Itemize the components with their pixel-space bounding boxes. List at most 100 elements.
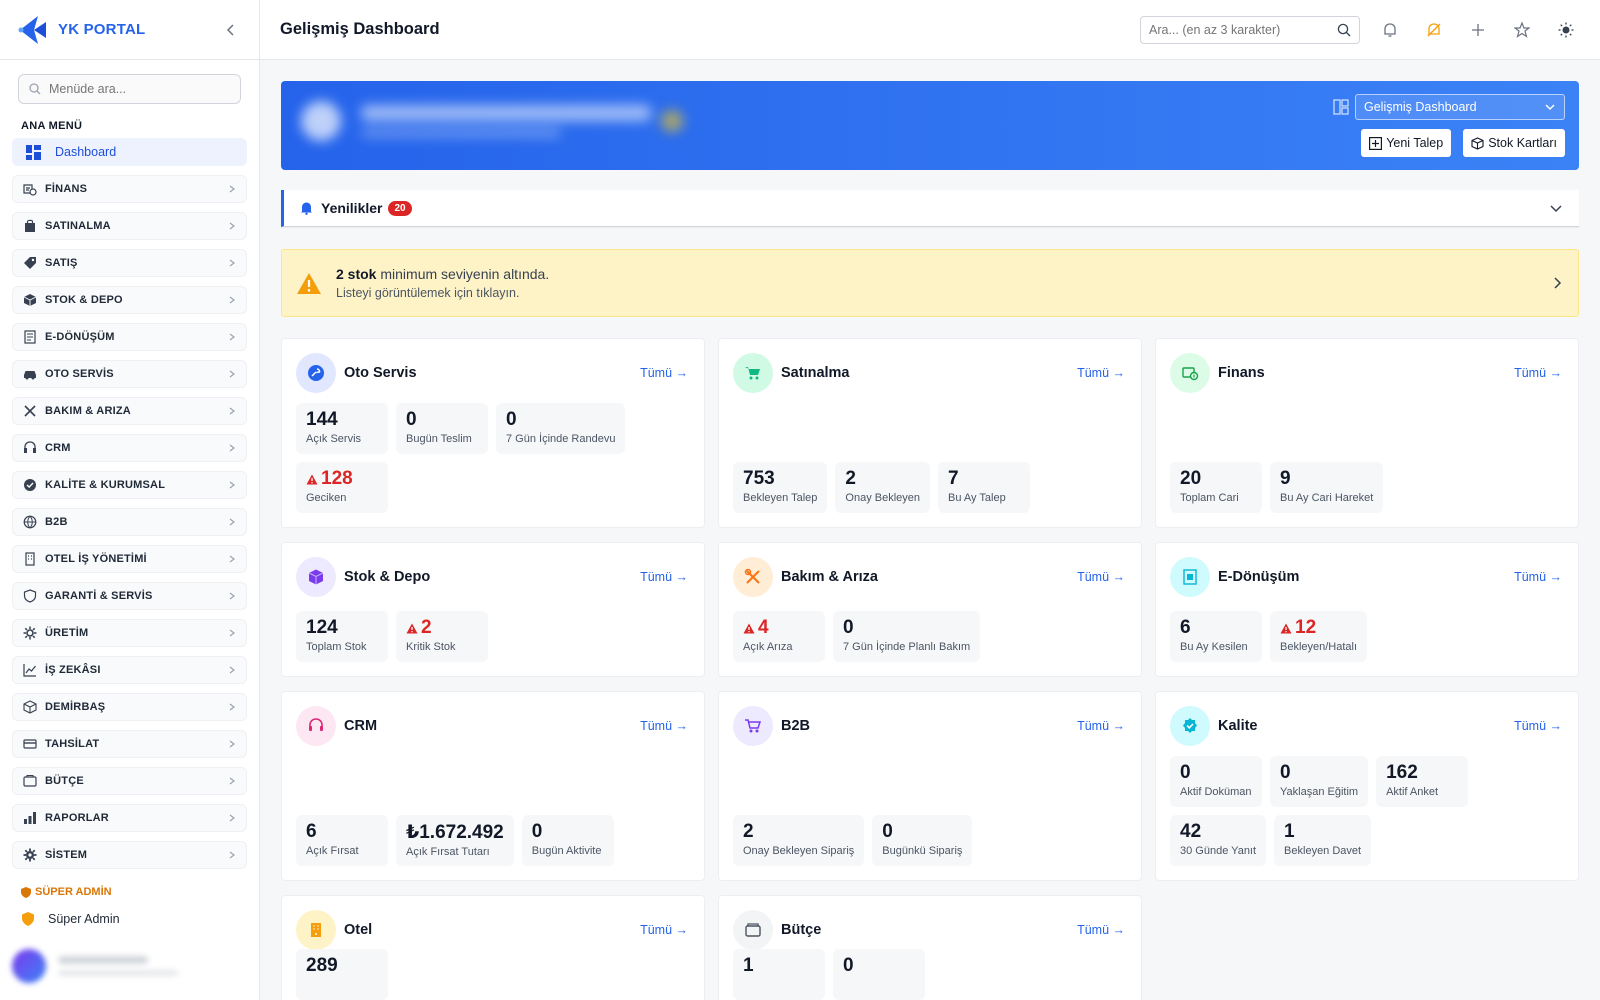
sidebar-item-b2b[interactable]: B2B	[12, 508, 247, 536]
stat-tile[interactable]: 0	[833, 949, 925, 1000]
bar-chart-icon	[23, 811, 37, 825]
sidebar-item-üreti-m[interactable]: ÜRETİM	[12, 619, 247, 647]
sidebar-item-oto-servi-s[interactable]: OTO SERVİS	[12, 360, 247, 388]
stat-tile[interactable]: 753 Bekleyen Talep	[733, 462, 828, 513]
stat-tile[interactable]: 42 30 Günde Yanıt	[1170, 815, 1267, 866]
add-button[interactable]	[1464, 16, 1492, 44]
sidebar-item-satinalma[interactable]: SATINALMA	[12, 212, 247, 240]
sidebar-item-stok-depo[interactable]: STOK & DEPO	[12, 286, 247, 314]
wallet-icon	[23, 774, 37, 788]
sidebar-item-crm[interactable]: CRM	[12, 434, 247, 462]
stat-tile[interactable]: 0 Bugünkü Sipariş	[872, 815, 973, 866]
stat-tile[interactable]: 7 Bu Ay Talep	[938, 462, 1031, 513]
main-menu-label: ANA MENÜ	[21, 120, 83, 132]
stats-row: 753 Bekleyen Talep 2 Onay Bekleyen 7 Bu Ay Ta…	[733, 462, 1127, 513]
sidebar-item-raporlar[interactable]: RAPORLAR	[12, 804, 247, 832]
stat-tile[interactable]: 1	[733, 949, 825, 1000]
new-request-button[interactable]: Yeni Talep	[1361, 129, 1452, 157]
stat-value: ₺1.672.492	[406, 822, 504, 843]
user-profile[interactable]	[12, 944, 247, 988]
stat-value: 2	[845, 468, 856, 489]
global-search-input[interactable]	[1149, 22, 1337, 37]
stat-tile[interactable]: 0 Bugün Aktivite	[521, 815, 614, 866]
stat-tile[interactable]: 162 Aktif Anket	[1376, 756, 1469, 807]
sidebar-item-fi-nans[interactable]: FİNANS	[12, 175, 247, 203]
module-card-satınalma: Satınalma Tümü → 753 Bekleyen Talep 2 Onay Be…	[718, 338, 1142, 528]
mute-notifications-button[interactable]	[1420, 16, 1448, 44]
module-card-crm: CRM Tümü → 6 Açık Fırsat ₺1.672.492 Açık Fırs…	[281, 691, 705, 881]
stat-value: 6	[306, 821, 317, 842]
stat-tile[interactable]: 6 Bu Ay Kesilen	[1170, 611, 1262, 662]
news-panel-toggle[interactable]: Yenilikler 20	[281, 190, 1579, 227]
view-all-link[interactable]: Tümü →	[1077, 923, 1125, 937]
stat-label: Bugün Aktivite	[531, 845, 602, 857]
stat-tile[interactable]: 124 Toplam Stok	[296, 611, 388, 662]
module-card-bütçe: Bütçe Tümü → 1 0	[718, 895, 1142, 1000]
module-card-bakım-arıza: Bakım & Arıza Tümü → 4 Açık Arıza 0 7 Gün İçi…	[718, 542, 1142, 677]
stat-tile[interactable]: 20 Toplam Cari	[1170, 462, 1262, 513]
view-all-link[interactable]: Tümü →	[640, 570, 688, 584]
sidebar-item-bakim-ariza[interactable]: BAKIM & ARIZA	[12, 397, 247, 425]
sidebar-item-bütçe[interactable]: BÜTÇE	[12, 767, 247, 795]
stat-tile[interactable]: 1 Bekleyen Davet	[1274, 815, 1372, 866]
dashboard-select[interactable]: Gelişmiş Dashboard	[1355, 94, 1565, 120]
sidebar-item-label: B2B	[45, 516, 68, 528]
stat-tile[interactable]: 9 Bu Ay Cari Hareket	[1270, 462, 1384, 513]
headset-icon	[23, 441, 37, 455]
view-all-link[interactable]: Tümü →	[1077, 719, 1125, 733]
stat-tile[interactable]: 128 Geciken	[296, 462, 388, 513]
view-all-link[interactable]: Tümü →	[1077, 570, 1125, 584]
stat-tile[interactable]: 2 Onay Bekleyen Sipariş	[733, 815, 865, 866]
view-all-link[interactable]: Tümü →	[640, 719, 688, 733]
menu-search[interactable]	[18, 74, 241, 104]
stat-tile[interactable]: 0 Bugün Teslim	[396, 403, 488, 454]
super-admin-label: SÜPER ADMİN	[0, 878, 259, 902]
stat-tile[interactable]: 0 Aktif Doküman	[1170, 756, 1262, 807]
stat-label: Açık Fırsat	[306, 845, 359, 857]
sidebar-item-satiş[interactable]: SATIŞ	[12, 249, 247, 277]
menu-search-input[interactable]	[49, 82, 229, 96]
favorites-button[interactable]	[1508, 16, 1536, 44]
view-all-link[interactable]: Tümü →	[1077, 366, 1125, 380]
stat-tile[interactable]: ₺1.672.492 Açık Fırsat Tutarı	[396, 815, 514, 866]
stat-tile[interactable]: 289	[296, 949, 388, 1000]
stat-tile[interactable]: 12 Bekleyen/Hatalı	[1270, 611, 1368, 662]
stat-tile[interactable]: 0 7 Gün İçinde Planlı Bakım	[833, 611, 981, 662]
theme-toggle-button[interactable]	[1552, 16, 1580, 44]
sidebar-item-label: FİNANS	[45, 183, 88, 195]
sidebar-item-demi-rbaş[interactable]: DEMİRBAŞ	[12, 693, 247, 721]
sidebar-item-label: OTO SERVİS	[45, 368, 114, 380]
view-all-link[interactable]: Tümü →	[1514, 366, 1562, 380]
card-title: Stok & Depo	[344, 569, 431, 585]
sidebar-item-tahsi-lat[interactable]: TAHSİLAT	[12, 730, 247, 758]
stat-tile[interactable]: 2 Kritik Stok	[396, 611, 488, 662]
view-all-link[interactable]: Tümü →	[1514, 719, 1562, 733]
stat-tile[interactable]: 2 Onay Bekleyen	[835, 462, 931, 513]
view-all-link[interactable]: Tümü →	[640, 923, 688, 937]
credit-card-icon	[23, 737, 37, 751]
view-all-link[interactable]: Tümü →	[640, 366, 688, 380]
stat-tile[interactable]: 6 Açık Fırsat	[296, 815, 388, 866]
sidebar-item-garanti-servi-s[interactable]: GARANTİ & SERVİS	[12, 582, 247, 610]
collapse-sidebar-button[interactable]	[219, 18, 243, 42]
sidebar-item-label: Dashboard	[55, 145, 117, 159]
sidebar-item-super-admin[interactable]: Süper Admin	[12, 906, 247, 932]
global-search[interactable]	[1140, 15, 1360, 44]
avatar	[12, 949, 46, 983]
stat-tile[interactable]: 0 Yaklaşan Eğitim	[1270, 756, 1369, 807]
sidebar-item-i-ş-zekâsi[interactable]: İŞ ZEKÂSI	[12, 656, 247, 684]
view-all-link[interactable]: Tümü →	[1514, 570, 1562, 584]
sidebar-item-kali-te-kurumsal[interactable]: KALİTE & KURUMSAL	[12, 471, 247, 499]
notifications-button[interactable]	[1376, 16, 1404, 44]
star-icon	[1514, 21, 1530, 38]
sidebar-item-dashboard[interactable]: Dashboard	[12, 138, 247, 166]
stat-tile[interactable]: 144 Açık Servis	[296, 403, 388, 454]
stat-tile[interactable]: 0 7 Gün İçinde Randevu	[496, 403, 626, 454]
low-stock-alert[interactable]: 2 stok minimum seviyenin altında. Listey…	[281, 249, 1579, 317]
sidebar-item-si-stem[interactable]: SİSTEM	[12, 841, 247, 869]
sidebar-item-e-dönüşüm[interactable]: E-DÖNÜŞÜM	[12, 323, 247, 351]
stock-cards-button[interactable]: Stok Kartları	[1463, 129, 1565, 157]
stat-tile[interactable]: 4 Açık Arıza	[733, 611, 825, 662]
sidebar-item-otel-i-ş-yöneti-mi[interactable]: OTEL İŞ YÖNETİMİ	[12, 545, 247, 573]
chevron-right-icon	[229, 703, 235, 711]
